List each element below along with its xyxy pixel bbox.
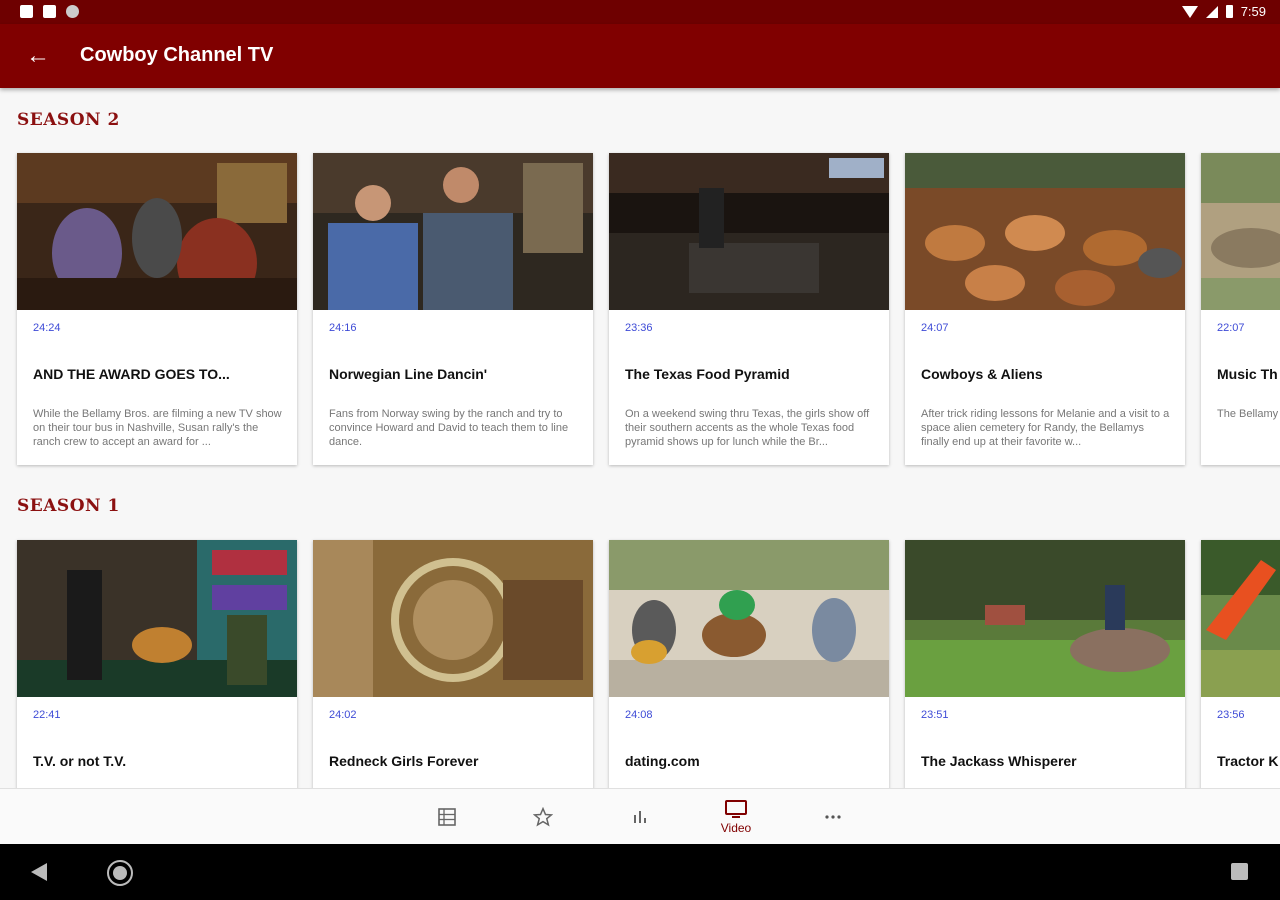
nav-video-label: Video (720, 821, 752, 835)
episode-thumbnail (1201, 153, 1280, 310)
episode-thumbnail (313, 153, 593, 310)
recents-icon[interactable] (1231, 863, 1248, 880)
episode-card[interactable]: 22:07 Music Th The Bellamy doctors, pers… (1201, 153, 1280, 465)
episode-thumbnail (609, 153, 889, 310)
episode-card[interactable]: 24:02 Redneck Girls Forever (313, 540, 593, 788)
episode-duration: 22:07 (1217, 322, 1245, 334)
signal-icon (1205, 5, 1218, 18)
battery-icon (1225, 5, 1233, 18)
episode-card[interactable]: 24:16 Norwegian Line Dancin' Fans from N… (313, 153, 593, 465)
episode-title: dating.com (625, 753, 700, 769)
episode-title: T.V. or not T.V. (33, 753, 127, 769)
episode-card[interactable]: 24:24 AND THE AWARD GOES TO... While the… (17, 153, 297, 465)
episode-title: The Texas Food Pyramid (625, 366, 790, 382)
episode-thumbnail (1201, 540, 1280, 697)
nav-more[interactable] (805, 789, 861, 845)
status-bar: 7:59 (0, 0, 1280, 24)
episode-title: AND THE AWARD GOES TO... (33, 366, 230, 382)
app-bar: ← Cowboy Channel TV (0, 24, 1280, 88)
episode-title: The Jackass Whisperer (921, 753, 1077, 769)
episode-description: While the Bellamy Bros. are filming a ne… (33, 408, 282, 448)
episode-card[interactable]: 24:08 dating.com (609, 540, 889, 788)
episode-duration: 24:07 (921, 322, 949, 334)
nav-stats[interactable] (612, 789, 668, 845)
episode-list[interactable]: SEASON 2 24:24 AND THE AWARD GOES TO... … (0, 88, 1280, 788)
sd-card-icon (43, 5, 56, 18)
episode-duration: 24:24 (33, 322, 61, 334)
episode-description: After trick riding lessons for Melanie a… (921, 408, 1170, 448)
episode-card[interactable]: 23:36 The Texas Food Pyramid On a weeken… (609, 153, 889, 465)
status-time: 7:59 (1240, 4, 1266, 19)
episode-duration: 22:41 (33, 709, 61, 721)
page-title: Cowboy Channel TV (80, 44, 274, 66)
status-indicators: 7:59 (1181, 4, 1266, 19)
episode-description: On a weekend swing thru Texas, the girls… (625, 408, 870, 448)
episode-thumbnail (905, 540, 1185, 697)
episode-description: Fans from Norway swing by the ranch and … (329, 408, 569, 448)
episode-title: Tractor K (1217, 753, 1279, 769)
episode-card[interactable]: 22:41 T.V. or not T.V. (17, 540, 297, 788)
system-navigation-bar (0, 844, 1280, 900)
back-arrow-icon[interactable]: ← (22, 40, 54, 72)
nav-video[interactable]: Video (708, 789, 764, 845)
home-icon[interactable] (107, 860, 133, 886)
star-icon (533, 807, 553, 827)
episode-thumbnail (313, 540, 593, 697)
season-2-title: SEASON 2 (17, 110, 120, 130)
wifi-icon (1181, 5, 1198, 18)
episode-description: The Bellamy doctors, pers Hospital in T (1217, 408, 1280, 420)
episode-title: Cowboys & Aliens (921, 366, 1043, 382)
episode-title: Music Th (1217, 366, 1278, 382)
episode-duration: 24:08 (625, 709, 653, 721)
episode-duration: 23:36 (625, 322, 653, 334)
episode-card[interactable]: 23:51 The Jackass Whisperer (905, 540, 1185, 788)
episode-card[interactable]: 23:56 Tractor K (1201, 540, 1280, 788)
episode-duration: 24:16 (329, 322, 357, 334)
chart-icon (634, 811, 646, 823)
episode-duration: 24:02 (329, 709, 357, 721)
episode-duration: 23:56 (1217, 709, 1245, 721)
back-icon[interactable] (31, 863, 47, 881)
episode-title: Redneck Girls Forever (329, 753, 479, 769)
nav-favorites[interactable] (515, 789, 571, 845)
bottom-navigation: Video (0, 788, 1280, 845)
tv-icon (725, 800, 747, 818)
sync-icon (66, 5, 79, 18)
episode-title: Norwegian Line Dancin' (329, 366, 488, 382)
episode-thumbnail (17, 540, 297, 697)
notification-icons (20, 5, 79, 18)
episode-thumbnail (609, 540, 889, 697)
episode-thumbnail (17, 153, 297, 310)
notification-icon (20, 5, 33, 18)
season-1-title: SEASON 1 (17, 496, 120, 516)
grid-icon (438, 808, 456, 826)
episode-duration: 23:51 (921, 709, 949, 721)
more-icon (825, 815, 841, 819)
episode-card[interactable]: 24:07 Cowboys & Aliens After trick ridin… (905, 153, 1185, 465)
nav-grid[interactable] (419, 789, 475, 845)
episode-thumbnail (905, 153, 1185, 310)
